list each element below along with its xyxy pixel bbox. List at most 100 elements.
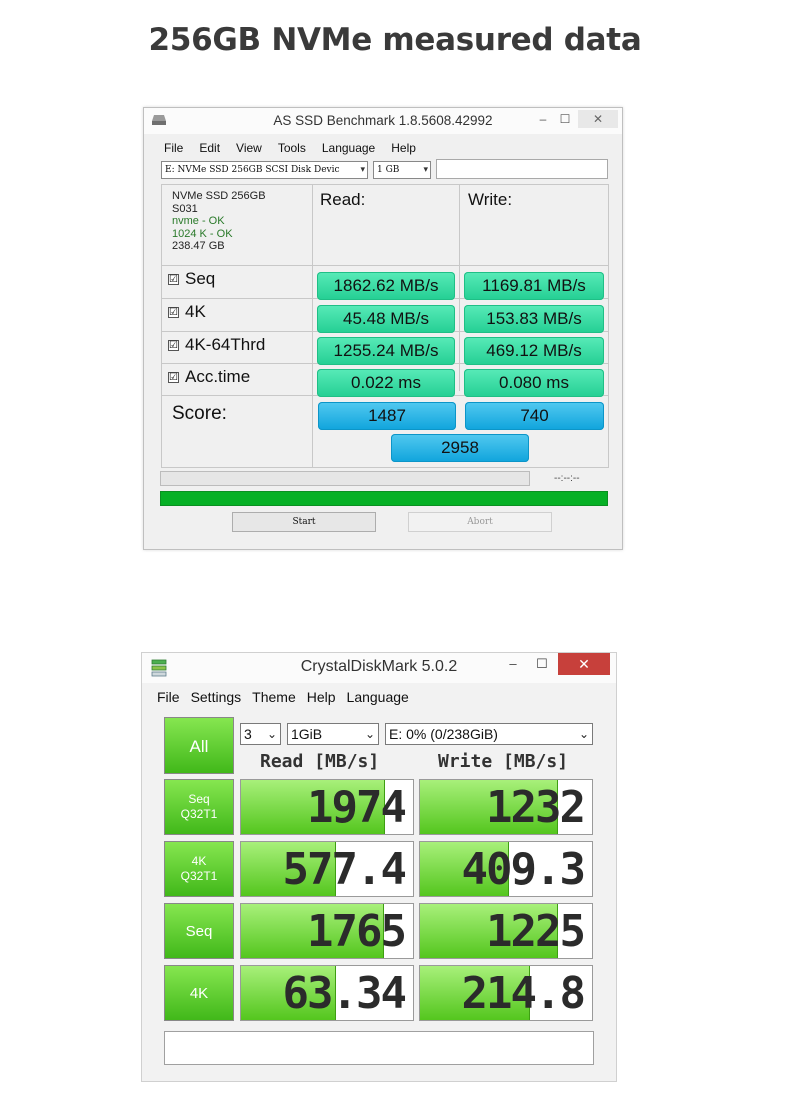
as-ssd-titlebar: AS SSD Benchmark 1.8.5608.42992 – ☐ ✕ <box>144 108 622 134</box>
chevron-down-icon: ⌄ <box>364 727 375 741</box>
chevron-down-icon: ▾ <box>360 165 365 175</box>
4k-q32t1-read: 577.4 <box>240 841 414 897</box>
4k-write: 214.8 <box>419 965 593 1021</box>
acc-time-read-result: 0.022 ms <box>317 369 455 397</box>
test-name: Seq <box>188 792 210 806</box>
seq-read: 1765 <box>240 903 414 959</box>
alignment-status: 1024 K - OK <box>172 227 233 240</box>
overall-progress-bar <box>160 491 608 506</box>
acc-time-write-result: 0.080 ms <box>464 369 604 397</box>
seq-q32t1-button[interactable]: Seq Q32T1 <box>164 779 234 835</box>
drive-select[interactable]: E: 0% (0/238GiB) ⌄ <box>385 723 593 745</box>
menu-help[interactable]: Help <box>307 689 336 705</box>
drive-info: NVMe SSD 256GB S031 nvme - OK 1024 K - O… <box>172 190 266 253</box>
drive-select[interactable]: E: NVMe SSD 256GB SCSI Disk Devic ▾ <box>161 161 368 179</box>
menu-file[interactable]: File <box>164 141 183 157</box>
4k-read: 63.34 <box>240 965 414 1021</box>
test-checkbox-4k[interactable]: ☑ 4K <box>168 302 206 322</box>
test-count-value: 3 <box>244 726 252 742</box>
test-queue: Q32T1 <box>180 807 218 821</box>
menu-help[interactable]: Help <box>391 141 416 157</box>
drive-select-value: E: 0% (0/238GiB) <box>389 726 498 742</box>
score-label: Score: <box>172 403 227 424</box>
minimize-button[interactable]: – <box>532 110 554 128</box>
as-ssd-menubar: File Edit View Tools Language Help <box>164 141 432 157</box>
test-size-select[interactable]: 1GiB ⌄ <box>287 723 379 745</box>
checkbox[interactable]: ☑ <box>168 340 179 351</box>
4k-q32t1-button[interactable]: 4K Q32T1 <box>164 841 234 897</box>
4k-read-result: 45.48 MB/s <box>317 305 455 333</box>
test-label: Seq <box>185 269 216 288</box>
result-value: 1765 <box>307 906 407 957</box>
test-checkbox-4k-64thrd[interactable]: ☑ 4K-64Thrd <box>168 335 265 355</box>
seq-write: 1225 <box>419 903 593 959</box>
4k-button[interactable]: 4K <box>164 965 234 1021</box>
divider <box>459 185 460 391</box>
start-button[interactable]: Start <box>232 512 376 532</box>
test-size-value: 1GiB <box>291 726 323 742</box>
seq-button[interactable]: Seq <box>164 903 234 959</box>
drive-select-value: E: NVMe SSD 256GB SCSI Disk Devic <box>165 165 340 175</box>
drive-capacity: 238.47 GB <box>172 240 225 252</box>
test-progress-bar <box>160 471 530 486</box>
test-count-select[interactable]: 3 ⌄ <box>240 723 281 745</box>
crystaldiskmark-window: CrystalDiskMark 5.0.2 – ☐ ✕ File Setting… <box>141 652 617 1082</box>
minimize-button[interactable]: – <box>500 653 526 675</box>
menu-settings[interactable]: Settings <box>191 689 242 705</box>
chevron-down-icon: ▾ <box>423 165 428 175</box>
test-queue: Q32T1 <box>180 869 218 883</box>
chevron-down-icon: ⌄ <box>266 727 277 741</box>
menu-language[interactable]: Language <box>347 689 409 705</box>
cdm-titlebar: CrystalDiskMark 5.0.2 – ☐ ✕ <box>142 653 616 683</box>
cdm-menubar: File Settings Theme Help Language <box>157 689 420 705</box>
read-header: Read: <box>320 190 366 209</box>
page-title: 256GB NVMe measured data <box>148 22 642 58</box>
results-grid: NVMe SSD 256GB S031 nvme - OK 1024 K - O… <box>161 184 609 468</box>
seq-read-result: 1862.62 MB/s <box>317 272 455 300</box>
maximize-button[interactable]: ☐ <box>529 653 555 675</box>
size-select-value: 1 GB <box>377 165 400 175</box>
all-button[interactable]: All <box>164 717 234 774</box>
seq-write-result: 1169.81 MB/s <box>464 272 604 300</box>
menu-theme[interactable]: Theme <box>252 689 296 705</box>
drive-firmware: S031 <box>172 202 198 215</box>
elapsed-time: --:--:-- <box>554 473 580 484</box>
chevron-down-icon: ⌄ <box>578 727 589 741</box>
test-checkbox-seq[interactable]: ☑ Seq <box>168 269 215 289</box>
divider <box>162 265 608 266</box>
read-header: Read [MB/s] <box>260 751 380 772</box>
test-name: 4K <box>189 984 209 1002</box>
result-value: 1232 <box>486 782 586 833</box>
maximize-button[interactable]: ☐ <box>554 110 576 128</box>
result-value: 63.34 <box>282 968 407 1019</box>
blank-text-field[interactable] <box>436 159 608 179</box>
checkbox[interactable]: ☑ <box>168 372 179 383</box>
total-score: 2958 <box>391 434 529 462</box>
divider <box>312 185 313 467</box>
result-value: 409.3 <box>461 844 586 895</box>
4k-64thrd-read-result: 1255.24 MB/s <box>317 337 455 365</box>
result-value: 214.8 <box>461 968 586 1019</box>
comment-field[interactable] <box>164 1031 594 1065</box>
menu-view[interactable]: View <box>236 141 262 157</box>
checkbox[interactable]: ☑ <box>168 274 179 285</box>
drive-model: NVMe SSD 256GB <box>172 190 266 202</box>
checkbox[interactable]: ☑ <box>168 307 179 318</box>
write-header: Write: <box>468 190 513 209</box>
abort-button[interactable]: Abort <box>408 512 552 532</box>
test-label: 4K <box>185 302 206 321</box>
test-name: Seq <box>185 922 213 940</box>
test-label: Acc.time <box>185 367 251 386</box>
4k-write-result: 153.83 MB/s <box>464 305 604 333</box>
menu-edit[interactable]: Edit <box>199 141 220 157</box>
menu-file[interactable]: File <box>157 689 180 705</box>
size-select[interactable]: 1 GB ▾ <box>373 161 431 179</box>
test-label: 4K-64Thrd <box>185 335 266 354</box>
close-button[interactable]: ✕ <box>578 110 618 128</box>
menu-tools[interactable]: Tools <box>278 141 306 157</box>
test-name: 4K <box>191 854 207 868</box>
menu-language[interactable]: Language <box>322 141 375 157</box>
close-button[interactable]: ✕ <box>558 653 610 675</box>
test-checkbox-acc-time[interactable]: ☑ Acc.time <box>168 367 250 387</box>
seq-q32t1-read: 1974 <box>240 779 414 835</box>
